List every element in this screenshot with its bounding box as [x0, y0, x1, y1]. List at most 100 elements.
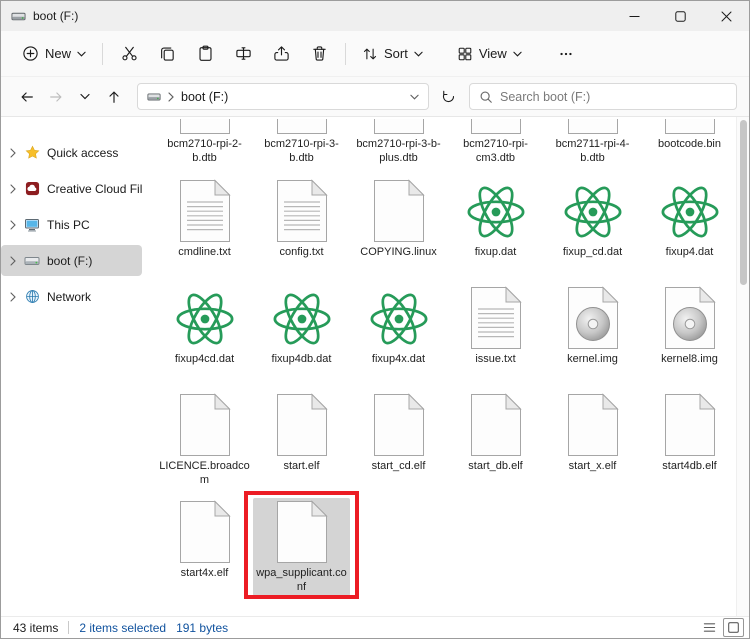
scrollbar-thumb[interactable]	[740, 120, 747, 285]
forward-button[interactable]	[42, 83, 69, 110]
address-bar[interactable]: boot (F:)	[137, 83, 429, 110]
rename-button[interactable]	[224, 38, 262, 70]
chevron-down-icon	[513, 51, 522, 57]
maximize-button[interactable]	[657, 1, 703, 31]
view-icon	[457, 46, 473, 62]
file-item[interactable]: bcm2710-rpi-cm3.dtb	[447, 119, 544, 165]
file-explorer-window: boot (F:) New Sort View boot (F:) Search…	[0, 0, 750, 639]
status-divider	[68, 621, 70, 634]
file-item[interactable]: bcm2710-rpi-3-b-plus.dtb	[350, 119, 447, 165]
selection-info: 2 items selected	[79, 620, 167, 635]
recent-locations-button[interactable]	[71, 83, 98, 110]
delete-button[interactable]	[300, 38, 338, 70]
new-button-label: New	[45, 46, 72, 61]
file-item[interactable]: start4db.elf	[641, 391, 738, 489]
cut-button[interactable]	[110, 38, 148, 70]
more-options-button[interactable]	[547, 38, 585, 70]
close-button[interactable]	[703, 1, 749, 31]
file-item[interactable]: bcm2711-rpi-4-b.dtb	[544, 119, 641, 165]
star-icon	[23, 145, 41, 160]
file-icon	[179, 391, 231, 457]
file-icon	[470, 391, 522, 457]
file-label: bcm2710-rpi-3-b.dtb	[264, 138, 339, 164]
sidebar-item-boot-f[interactable]: boot (F:)	[1, 245, 142, 276]
file-item[interactable]: COPYING.linux	[350, 177, 447, 275]
creative-cloud-icon	[23, 181, 41, 196]
file-item[interactable]: fixup4.dat	[641, 177, 738, 275]
file-item[interactable]: fixup4db.dat	[253, 284, 350, 382]
breadcrumb[interactable]: boot (F:)	[181, 90, 403, 104]
file-item[interactable]: fixup4cd.dat	[156, 284, 253, 382]
large-icons-view-button[interactable]	[723, 618, 744, 637]
back-button[interactable]	[13, 83, 40, 110]
computer-icon	[23, 217, 41, 233]
sidebar-item-creative-cloud-files[interactable]: Creative Cloud Files	[1, 173, 142, 204]
view-button[interactable]: View	[448, 40, 531, 68]
sort-button[interactable]: Sort	[353, 40, 432, 68]
file-label: fixup4x.dat	[371, 353, 426, 365]
cut-icon	[121, 45, 138, 62]
chevron-down-icon	[77, 51, 86, 57]
command-bar: New Sort View	[1, 31, 749, 77]
file-icon	[664, 391, 716, 457]
file-item[interactable]: issue.txt	[447, 284, 544, 382]
file-item[interactable]: start_cd.elf	[350, 391, 447, 489]
chevron-down-icon[interactable]	[410, 94, 419, 100]
file-icon	[179, 119, 231, 135]
details-view-button[interactable]	[699, 618, 720, 637]
sidebar-item-quick-access[interactable]: Quick access	[1, 137, 142, 168]
refresh-button[interactable]	[435, 83, 462, 110]
chevron-right-icon[interactable]	[5, 291, 21, 302]
file-item[interactable]: start_x.elf	[544, 391, 641, 489]
minimize-button[interactable]	[611, 1, 657, 31]
chevron-down-icon	[414, 51, 423, 57]
share-icon	[273, 45, 290, 62]
file-item[interactable]: kernel8.img	[641, 284, 738, 382]
file-item[interactable]: fixup_cd.dat	[544, 177, 641, 275]
chevron-right-icon[interactable]	[5, 147, 21, 158]
file-label: kernel.img	[567, 353, 618, 365]
file-label: fixup.dat	[474, 246, 517, 258]
paste-button[interactable]	[186, 38, 224, 70]
sidebar-item-this-pc[interactable]: This PC	[1, 209, 142, 240]
file-icon	[276, 119, 328, 135]
atom-icon	[465, 177, 527, 243]
file-item[interactable]: bcm2710-rpi-3-b.dtb	[253, 119, 350, 165]
chevron-right-icon[interactable]	[5, 219, 21, 230]
file-item[interactable]: config.txt	[253, 177, 350, 275]
file-item[interactable]: fixup.dat	[447, 177, 544, 275]
items-count: 43 items	[13, 620, 59, 635]
chevron-right-icon[interactable]	[5, 183, 21, 194]
disc-image-icon	[664, 284, 716, 350]
search-input[interactable]	[500, 89, 727, 104]
up-button[interactable]	[100, 83, 127, 110]
file-item[interactable]: kernel.img	[544, 284, 641, 382]
plus-circle-icon	[22, 45, 39, 62]
share-button[interactable]	[262, 38, 300, 70]
search-box	[469, 83, 737, 110]
file-item[interactable]: start4x.elf	[156, 498, 253, 596]
disc-image-icon	[567, 284, 619, 350]
file-item[interactable]: bcm2710-rpi-2-b.dtb	[156, 119, 253, 165]
file-label: start4db.elf	[662, 460, 717, 472]
drive-icon	[147, 90, 161, 104]
file-item[interactable]: fixup4x.dat	[350, 284, 447, 382]
file-item[interactable]: wpa_supplicant.conf	[244, 491, 359, 599]
file-item[interactable]: bootcode.bin	[641, 119, 738, 165]
chevron-right-icon[interactable]	[5, 255, 21, 266]
file-item[interactable]: start.elf	[253, 391, 350, 489]
file-label: issue.txt	[475, 353, 516, 365]
status-bar: 43 items 2 items selected 191 bytes	[1, 616, 749, 638]
copy-button[interactable]	[148, 38, 186, 70]
view-toggles	[699, 618, 744, 637]
sidebar-item-network[interactable]: Network	[1, 281, 142, 312]
network-icon	[23, 289, 41, 304]
new-button[interactable]: New	[13, 39, 95, 68]
text-document-icon	[470, 284, 522, 350]
file-item[interactable]: start_db.elf	[447, 391, 544, 489]
file-label: bootcode.bin	[658, 138, 721, 150]
file-item[interactable]: cmdline.txt	[156, 177, 253, 275]
file-label: wpa_supplicant.conf	[256, 567, 347, 593]
file-item[interactable]: LICENCE.broadcom	[156, 391, 253, 489]
vertical-scrollbar[interactable]	[736, 117, 749, 616]
